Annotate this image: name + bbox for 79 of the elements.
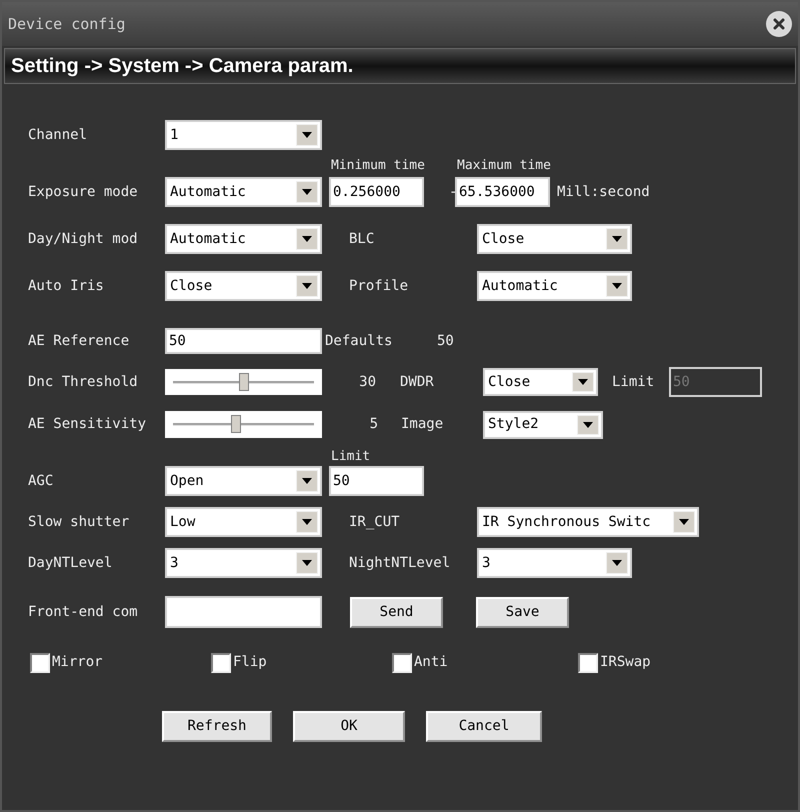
checkbox[interactable] [578,652,598,672]
dropdown[interactable]: 3 [165,548,322,578]
field-label: Image [401,415,444,434]
button[interactable]: Cancel [426,711,542,742]
checkbox[interactable] [30,652,50,672]
checkbox[interactable] [211,652,231,672]
caret-icon [583,422,593,428]
checkbox[interactable] [392,652,412,672]
dropdown[interactable]: Open [165,466,322,496]
caption-label: Minimum time [331,158,426,174]
field-label: AE Reference [28,332,130,350]
slider[interactable] [165,369,322,395]
caret-icon [302,132,312,138]
close-icon [773,18,785,30]
field-label: DWDR [400,372,435,392]
dropdown[interactable]: Automatic [165,224,322,254]
checkbox-label: Anti [414,653,448,672]
slider-thumb[interactable] [238,372,248,390]
caret-icon [302,560,312,566]
input-field[interactable]: 0.256000 [329,177,424,207]
button[interactable]: OK [293,711,405,742]
window-title: Device config [8,14,126,35]
field-label: Exposure mode [28,182,139,202]
slider-thumb[interactable] [231,415,242,433]
dropdown[interactable]: 3 [477,548,632,578]
dropdown[interactable]: Automatic [477,271,632,301]
caret-icon [612,236,622,242]
dropdown[interactable]: Close [483,368,598,396]
input-field[interactable]: 50 [165,328,322,354]
value-text: 5 [368,415,378,434]
checkbox-label: IRSwap [600,653,651,672]
dropdown[interactable]: IR Synchronous Switc [477,507,699,537]
value-text: 50 [437,332,454,350]
caret-icon [302,189,312,195]
input-field[interactable]: 65.536000 [455,177,550,207]
button[interactable]: Save [476,596,569,628]
dropdown[interactable]: Automatic [165,177,322,207]
field-label: Auto Iris [28,276,105,296]
caret-icon [302,519,312,525]
caret-icon [679,519,689,525]
input-field[interactable]: 50 [329,466,424,496]
value-text: - [449,182,455,202]
field-label: NightNTLevel [349,554,452,572]
dropdown[interactable]: Style2 [483,410,603,438]
caret-icon [302,283,312,289]
field-label: BLC [349,230,376,248]
caret-icon [612,560,622,566]
button[interactable]: Send [350,596,443,628]
field-label: Front-end com [28,602,139,622]
dropdown[interactable]: Close [477,224,632,254]
field-label: Profile [349,276,410,296]
field-label: AGC [28,472,54,490]
field-label: Day/Night mod [28,230,139,248]
field-label: DayNTLevel [28,554,114,572]
slider[interactable] [165,411,322,438]
button[interactable]: Refresh [162,711,272,742]
dropdown[interactable]: Close [165,271,322,301]
close-button[interactable] [766,11,792,37]
caret-icon [578,379,588,385]
caret-icon [612,283,622,289]
breadcrumb: Setting -> System -> Camera param. [11,54,354,79]
dropdown[interactable]: 1 [165,120,322,150]
field-label: Dnc Threshold [28,372,139,392]
checkbox-label: Flip [233,653,267,672]
field-label: Defaults [324,332,394,350]
field-label: IR_CUT [349,512,401,532]
caret-icon [302,236,312,242]
field-label: Channel [28,126,88,144]
input-field[interactable] [165,596,322,628]
value-text: 30 [358,372,376,392]
field-label: Mill:second [557,182,650,202]
field-label: Slow shutter [28,512,130,532]
field-label: Limit [612,372,656,392]
caret-icon [302,478,312,484]
checkbox-label: Mirror [52,653,103,672]
field-label: AE Sensitivity [28,415,148,434]
dropdown[interactable]: Low [165,507,322,537]
caption-label: Limit [331,449,370,465]
caption-label: Maximum time [457,158,551,174]
